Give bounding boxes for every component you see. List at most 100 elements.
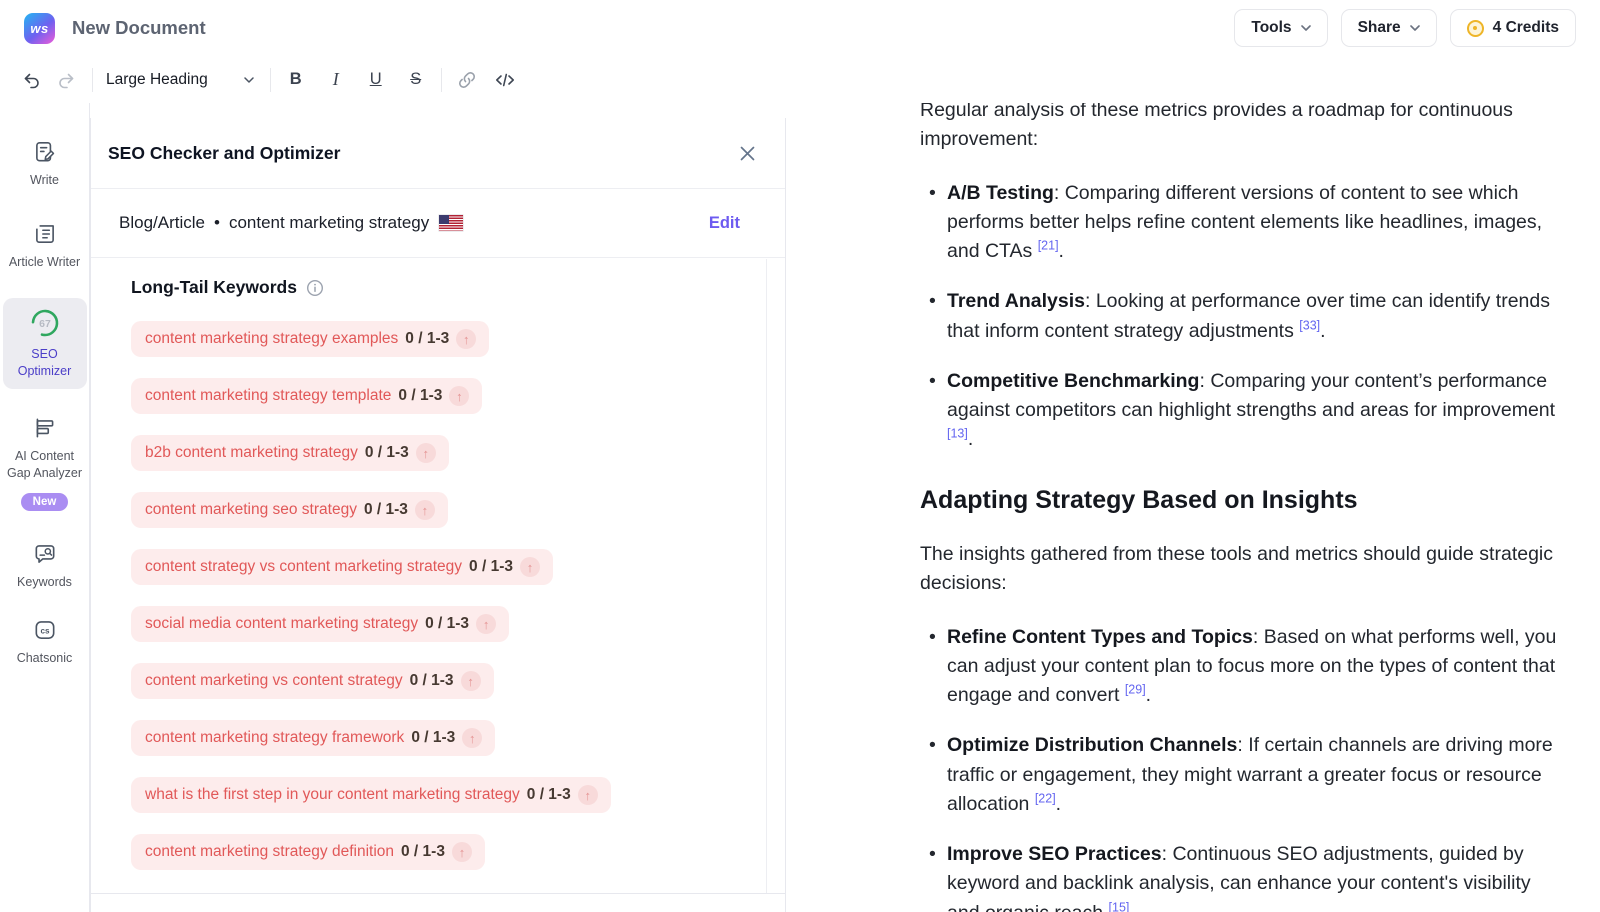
code-button[interactable] [494,69,516,91]
sidebar-item-label: Article Writer [9,254,80,271]
write-icon [32,139,58,165]
keyword-pill[interactable]: what is the first step in your content m… [131,777,611,813]
sidebar-item-write[interactable]: Write [3,139,87,189]
seo-panel-footer [91,893,785,912]
keyword-up-arrow-icon: ↑ [456,329,476,349]
redo-button[interactable] [56,70,76,90]
keyword-pill[interactable]: social media content marketing strategy … [131,606,509,642]
tools-button-label: Tools [1251,19,1291,37]
citation-link[interactable]: [33] [1299,318,1320,332]
citation-link[interactable]: [13] [947,427,968,441]
edit-link[interactable]: Edit [709,214,740,233]
keyword-up-arrow-icon: ↑ [461,671,481,691]
seo-panel-header: SEO Checker and Optimizer [91,118,785,189]
keyword-text: content marketing strategy examples [145,330,398,348]
seo-score-ring-icon: 67 [29,307,61,339]
heading-style-label: Large Heading [106,71,208,89]
keyword-text: b2b content marketing strategy [145,444,358,462]
top-bar: ws New Document Tools Share 4 Credits [0,0,1600,56]
keyword-text: content marketing strategy template [145,387,391,405]
undo-button[interactable] [22,70,42,90]
toolbar-divider [92,68,93,92]
topbar-actions: Tools Share 4 Credits [1234,9,1576,47]
keyword-text: social media content marketing strategy [145,615,418,633]
sidebar-item-label: AI Content Gap Analyzer [3,448,87,481]
sidebar-item-label: SEO Optimizer [5,346,85,379]
list-item: Improve SEO Practices: Continuous SEO ad… [920,840,1568,912]
keyword-count: 0 / 1-3 [365,444,409,462]
undo-icon [22,70,42,90]
strikethrough-button[interactable]: S [403,70,429,89]
share-button[interactable]: Share [1341,9,1437,47]
bullet-lead: Trend Analysis [947,290,1085,312]
underline-button[interactable]: U [363,70,389,89]
keyword-pill[interactable]: content marketing strategy framework 0 /… [131,720,495,756]
target-keyword-label: content marketing strategy [229,213,429,233]
bullet-period: . [1146,684,1151,706]
citation-link[interactable]: [21] [1038,239,1059,253]
keyword-pill[interactable]: content marketing strategy examples 0 / … [131,321,489,357]
info-icon[interactable] [306,279,324,297]
keyword-up-arrow-icon: ↑ [578,785,598,805]
chevron-down-icon [1410,25,1420,31]
left-sidebar: Write Article Writer 67 SEO Optimizer AI… [0,103,90,912]
bullet-lead: Refine Content Types and Topics [947,626,1253,648]
bullet-period: . [1320,320,1325,342]
keyword-text: content strategy vs content marketing st… [145,558,462,576]
keyword-pill[interactable]: content marketing strategy definition 0 … [131,834,485,870]
sidebar-item-keywords[interactable]: Keywords [3,541,87,591]
long-tail-keywords-title: Long-Tail Keywords [131,277,297,298]
citation-link[interactable]: [15] [1109,900,1130,912]
tools-button[interactable]: Tools [1234,9,1327,47]
document-title[interactable]: New Document [72,17,206,39]
keyword-count: 0 / 1-3 [527,786,571,804]
coin-icon [1467,20,1484,37]
share-button-label: Share [1358,19,1401,37]
citation-link[interactable]: [22] [1035,791,1056,805]
writesonic-logo[interactable]: ws [24,13,55,44]
chevron-down-icon [1301,25,1311,31]
document-editor[interactable]: Regular analysis of these metrics provid… [786,103,1600,912]
keyword-count: 0 / 1-3 [405,330,449,348]
credits-label: 4 Credits [1493,19,1559,37]
keyword-up-arrow-icon: ↑ [476,614,496,634]
toolbar-divider [441,68,442,92]
bullet-lead: Optimize Distribution Channels [947,734,1237,756]
keyword-up-arrow-icon: ↑ [416,443,436,463]
keyword-pill[interactable]: content marketing seo strategy 0 / 1-3 ↑ [131,492,448,528]
keyword-text: content marketing strategy definition [145,843,394,861]
seo-panel-title: SEO Checker and Optimizer [108,143,340,164]
document-content: Regular analysis of these metrics provid… [920,103,1568,912]
bullet-lead: Competitive Benchmarking [947,370,1199,392]
sidebar-item-chatsonic[interactable]: cs Chatsonic [3,617,87,667]
list-item: Competitive Benchmarking: Comparing your… [920,367,1568,455]
bold-button[interactable]: B [283,70,309,89]
paragraph: Regular analysis of these metrics provid… [920,103,1568,155]
svg-text:cs: cs [40,626,50,635]
close-panel-button[interactable] [738,144,757,163]
keyword-up-arrow-icon: ↑ [452,842,472,862]
heading-style-select[interactable]: Large Heading [106,71,254,89]
sidebar-item-ai-content-gap-analyzer[interactable]: AI Content Gap Analyzer New [3,415,87,511]
chevron-down-icon [244,77,254,83]
link-icon [456,69,478,91]
sidebar-item-article-writer[interactable]: Article Writer [3,221,87,271]
redo-icon [56,70,76,90]
sidebar-item-label: Keywords [17,574,72,591]
sidebar-item-label: Write [30,172,59,189]
keyword-pill[interactable]: content marketing strategy template 0 / … [131,378,482,414]
keyword-text: content marketing seo strategy [145,501,357,519]
italic-button[interactable]: I [323,69,349,90]
keyword-pill[interactable]: b2b content marketing strategy 0 / 1-3 ↑ [131,435,449,471]
credits-button[interactable]: 4 Credits [1450,9,1576,47]
link-button[interactable] [456,69,478,91]
list-item: Optimize Distribution Channels: If certa… [920,731,1568,819]
long-tail-keywords-section: Long-Tail Keywords content marketing str… [91,259,767,893]
chatsonic-icon: cs [32,617,58,643]
bullet-period: . [1056,793,1061,815]
citation-link[interactable]: [29] [1125,683,1146,697]
keyword-pill[interactable]: content strategy vs content marketing st… [131,549,553,585]
long-tail-keywords-header: Long-Tail Keywords [131,277,766,298]
sidebar-item-seo-optimizer[interactable]: 67 SEO Optimizer [3,298,87,389]
keyword-pill[interactable]: content marketing vs content strategy 0 … [131,663,494,699]
